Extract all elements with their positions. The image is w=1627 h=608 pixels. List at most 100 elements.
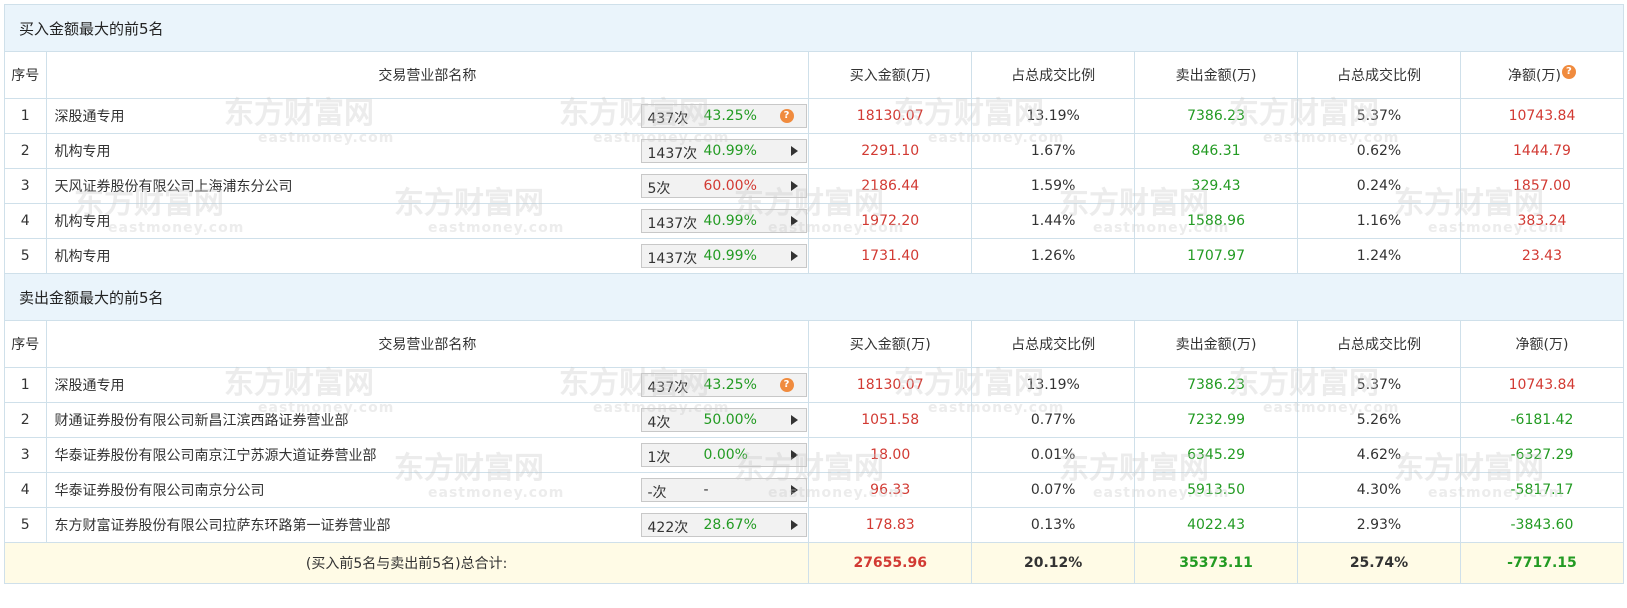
row-index: 1	[4, 98, 47, 134]
buy-amount: 18.00	[808, 437, 973, 473]
broker-stats-badge[interactable]: 1437次 40.99%	[640, 139, 807, 163]
question-icon[interactable]: ?	[779, 109, 794, 123]
table-row: 1 深股通专用 437次 43.25%? 18130.07 13.19% 7386.23 5.…	[4, 98, 1625, 134]
net-amount: 10743.84	[1459, 98, 1625, 134]
broker-stats-badge[interactable]: 422次 28.67%	[640, 513, 807, 537]
header-row: 序号 交易营业部名称 买入金额(万) 占总成交比例 卖出金额(万) 占总成交比例 净额(万)…	[4, 51, 1625, 99]
arrow-right-icon[interactable]	[790, 520, 798, 530]
sell-amount: 1707.97	[1134, 238, 1299, 274]
buy-ratio: 1.26%	[971, 238, 1136, 274]
sell-ratio: 5.37%	[1297, 367, 1461, 403]
column-header-label: 序号	[11, 337, 40, 353]
table-row: 2 机构专用 1437次 40.99% 2291.10 1.67% 846.31 0.62% 1…	[4, 133, 1625, 169]
total-buy-ratio: 20.12%	[971, 542, 1136, 584]
buy-ratio: 1.59%	[971, 168, 1136, 204]
broker-stats-badge[interactable]: 5次 60.00%	[640, 174, 807, 198]
listing-count: -次	[647, 485, 667, 501]
section-title: 买入金额最大的前5名	[4, 4, 1624, 52]
row-index: 1	[4, 367, 47, 403]
broker-stats-badge[interactable]: 1437次 40.99%	[640, 244, 807, 268]
buy-amount: 18130.07	[808, 367, 973, 403]
buy-amount: 1972.20	[808, 203, 973, 239]
broker-name[interactable]: 天风证券股份有限公司上海浦东分公司	[55, 176, 293, 196]
broker-name[interactable]: 机构专用	[55, 141, 111, 161]
column-header-label: 占总成交比例	[1336, 68, 1421, 84]
net-amount: -6181.42	[1459, 402, 1625, 438]
table-row: 1 深股通专用 437次 43.25%? 18130.07 13.19% 7386.23 5.…	[4, 367, 1625, 403]
broker-stats-badge[interactable]: 1次 0.00%	[640, 443, 807, 467]
broker-stats-badge[interactable]: -次 -	[640, 478, 807, 502]
column-header-label: 买入金额(万)	[849, 337, 931, 353]
broker-cell: 天风证券股份有限公司上海浦东分公司 5次 60.00%	[45, 168, 810, 204]
broker-name[interactable]: 财通证券股份有限公司新昌江滨西路证券营业部	[55, 410, 349, 430]
arrow-right-icon[interactable]	[790, 216, 798, 226]
total-buy: 27655.96	[808, 542, 973, 584]
column-header-label: 卖出金额(万)	[1175, 68, 1257, 84]
row-index: 5	[4, 507, 47, 543]
sell-amount: 7232.99	[1134, 402, 1299, 438]
question-icon[interactable]: ?	[779, 378, 794, 392]
broker-cell: 机构专用 1437次 40.99%	[45, 203, 810, 239]
broker-name[interactable]: 华泰证券股份有限公司南京江宁苏源大道证券营业部	[55, 445, 377, 465]
sell-amount: 5913.50	[1134, 472, 1299, 508]
net-amount: -5817.17	[1459, 472, 1625, 508]
sell-ratio: 1.24%	[1297, 238, 1461, 274]
broker-name[interactable]: 深股通专用	[55, 375, 125, 395]
column-header: 占总成交比例	[1297, 51, 1461, 99]
column-header: 占总成交比例	[1297, 320, 1461, 368]
broker-name[interactable]: 深股通专用	[55, 106, 125, 126]
broker-cell: 财通证券股份有限公司新昌江滨西路证券营业部 4次 50.00%	[45, 402, 810, 438]
column-header: 净额(万)	[1459, 320, 1625, 368]
broker-name[interactable]: 机构专用	[55, 211, 111, 231]
broker-stats-badge[interactable]: 1437次 40.99%	[640, 209, 807, 233]
column-header-label: 卖出金额(万)	[1175, 337, 1257, 353]
table-row: 5 东方财富证券股份有限公司拉萨东环路第一证券营业部 422次 28.67% 178.8…	[4, 507, 1625, 543]
arrow-right-icon[interactable]	[790, 415, 798, 425]
buy-amount: 178.83	[808, 507, 973, 543]
sell-section-title-row: 卖出金额最大的前5名	[4, 273, 1624, 321]
sell-ratio: 5.37%	[1297, 98, 1461, 134]
total-label: (买入前5名与卖出前5名)总合计:	[3, 542, 810, 584]
broker-stats-badge[interactable]: 4次 50.00%	[640, 408, 807, 432]
listing-count: 1437次	[647, 216, 698, 232]
row-index: 2	[4, 402, 47, 438]
net-amount: 1857.00	[1459, 168, 1625, 204]
column-header-label: 净额(万)	[1515, 337, 1569, 353]
arrow-right-icon[interactable]	[790, 450, 798, 460]
arrow-right-icon[interactable]	[790, 146, 798, 156]
broker-cell: 深股通专用 437次 43.25%?	[45, 98, 810, 134]
column-header: 占总成交比例	[971, 320, 1136, 368]
broker-name[interactable]: 东方财富证券股份有限公司拉萨东环路第一证券营业部	[55, 515, 391, 535]
broker-stats-badge[interactable]: 437次 43.25%?	[640, 104, 807, 128]
listing-count: 1437次	[647, 251, 698, 267]
buy-ratio: 1.67%	[971, 133, 1136, 169]
broker-name[interactable]: 华泰证券股份有限公司南京分公司	[55, 480, 265, 500]
arrow-right-icon[interactable]	[790, 485, 798, 495]
lhb-table-body: 买入金额最大的前5名 序号 交易营业部名称 买入金额(万) 占总成交比例 卖出金额(万) 占…	[3, 4, 1625, 584]
sell-amount: 846.31	[1134, 133, 1299, 169]
win-rate: 60.00%	[703, 178, 757, 194]
win-rate: 0.00%	[703, 447, 748, 463]
help-icon[interactable]: ?	[1561, 65, 1576, 79]
buy-ratio: 0.77%	[971, 402, 1136, 438]
table-row: 4 机构专用 1437次 40.99% 1972.20 1.44% 1588.96 1.16%…	[4, 203, 1625, 239]
column-header-label: 占总成交比例	[1011, 68, 1096, 84]
column-header-label: 交易营业部名称	[378, 68, 477, 84]
net-amount: 10743.84	[1459, 367, 1625, 403]
column-header: 交易营业部名称	[45, 320, 810, 368]
sell-amount: 1588.96	[1134, 203, 1299, 239]
broker-name[interactable]: 机构专用	[55, 246, 111, 266]
net-amount: -6327.29	[1459, 437, 1625, 473]
listing-count: 1437次	[647, 146, 698, 162]
win-rate: 40.99%	[703, 248, 757, 264]
win-rate: -	[703, 482, 709, 498]
column-header: 买入金额(万)	[808, 51, 973, 99]
buy-ratio: 1.44%	[971, 203, 1136, 239]
arrow-right-icon[interactable]	[790, 181, 798, 191]
broker-stats-badge[interactable]: 437次 43.25%?	[640, 373, 807, 397]
sell-amount: 329.43	[1134, 168, 1299, 204]
section-title: 卖出金额最大的前5名	[4, 273, 1624, 321]
buy-amount: 1051.58	[808, 402, 973, 438]
listing-count: 4次	[647, 415, 671, 431]
arrow-right-icon[interactable]	[790, 251, 798, 261]
